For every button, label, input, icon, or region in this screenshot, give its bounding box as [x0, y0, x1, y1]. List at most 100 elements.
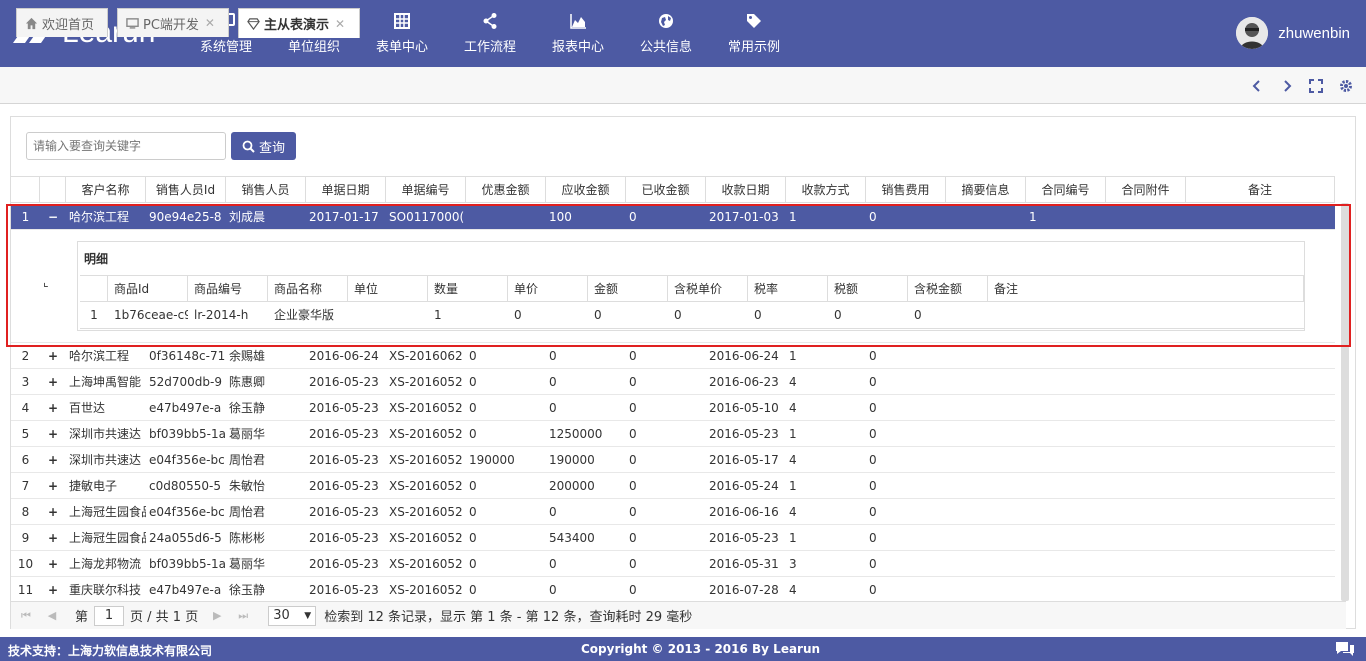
table-cell: bf039bb5-1a	[149, 557, 226, 571]
table-cell	[1106, 473, 1186, 499]
column-header[interactable]: 优惠金额	[466, 177, 546, 203]
search-input[interactable]	[26, 132, 226, 160]
table-cell	[1106, 395, 1186, 421]
table-cell	[1026, 421, 1106, 447]
table-cell	[1106, 577, 1186, 603]
nav-item-public[interactable]: 公共信息	[622, 0, 710, 67]
chevron-left-icon[interactable]	[1250, 79, 1264, 93]
table-cell	[946, 395, 1026, 421]
chevron-right-icon[interactable]	[1280, 79, 1294, 93]
column-header[interactable]: 销售人员	[226, 177, 306, 203]
table-cell: 上海坤禹智能	[69, 375, 142, 389]
nav-item-examples[interactable]: 常用示例	[710, 0, 798, 67]
pager-summary: 检索到 12 条记录，显示 第 1 条 - 第 12 条，查询耗时 29 毫秒	[324, 610, 693, 625]
column-header[interactable]: 单据日期	[306, 177, 386, 203]
nav-item-reports[interactable]: 报表中心	[534, 0, 622, 67]
tab-pc-dev[interactable]: PC端开发 ✕	[117, 8, 229, 37]
table-row[interactable]: 6 + 深圳市共速达 e04f356e-bc 周怡君 2016-05-23 XS-20160…	[11, 447, 1335, 473]
expand-icon[interactable]: +	[40, 473, 66, 499]
expand-icon[interactable]: +	[40, 421, 66, 447]
table-cell: XS-2016052	[389, 557, 463, 571]
column-header[interactable]: 摘要信息	[946, 177, 1026, 203]
table-cell	[1186, 551, 1335, 577]
column-header[interactable]: 销售人员Id	[146, 177, 226, 203]
table-row[interactable]: 7 + 捷敏电子 c0d80550-5 朱敏怡 2016-05-23 XS-2016052 0…	[11, 473, 1335, 499]
page-number-input[interactable]: 1	[94, 605, 125, 626]
table-cell: 2016-05-23	[309, 583, 379, 597]
table-row[interactable]: 9 + 上海冠生园食品 24a055d6-5 陈彬彬 2016-05-23 XS-20160…	[11, 525, 1335, 551]
column-header[interactable]: 备注	[1186, 177, 1335, 203]
username: zhuwenbin	[1278, 24, 1350, 42]
column-header[interactable]: 销售费用	[866, 177, 946, 203]
table-cell	[1186, 421, 1335, 447]
user-menu[interactable]: zhuwenbin	[1236, 17, 1350, 49]
search-icon	[242, 140, 255, 153]
fullscreen-icon[interactable]	[1309, 79, 1323, 93]
nav-item-forms[interactable]: 表单中心	[358, 0, 446, 67]
table-cell: 190000	[549, 453, 595, 467]
share-icon	[483, 13, 497, 29]
prev-page-icon[interactable]: ◀	[41, 606, 63, 626]
close-icon[interactable]: ✕	[205, 16, 215, 30]
tab-master-detail[interactable]: 主从表演示 ✕	[238, 8, 360, 38]
tags-icon	[747, 14, 761, 28]
table-cell	[946, 577, 1026, 603]
tab-label: 主从表演示	[264, 18, 330, 33]
table-cell: 0	[549, 557, 557, 571]
table-cell: 0	[869, 427, 877, 441]
column-header[interactable]: 合同编号	[1026, 177, 1106, 203]
avatar[interactable]	[1236, 17, 1269, 49]
footer: 技术支持：上海力软信息技术有限公司 Copyright © 2013 - 201…	[0, 637, 1366, 661]
expand-icon[interactable]: +	[40, 525, 66, 551]
table-row[interactable]: 3 + 上海坤禹智能 52d700db-9 陈惠卿 2016-05-23 XS-201605…	[11, 369, 1335, 395]
expand-icon[interactable]: +	[40, 447, 66, 473]
table-cell	[1026, 551, 1106, 577]
column-header[interactable]: 收款日期	[706, 177, 786, 203]
table-row[interactable]: 5 + 深圳市共速达 bf039bb5-1a 葛丽华 2016-05-23 XS-20160…	[11, 421, 1335, 447]
tab-home[interactable]: 欢迎首页	[16, 8, 108, 37]
table-cell: 24a055d6-5	[149, 531, 222, 545]
first-page-icon[interactable]: ⏮	[15, 606, 37, 626]
table-cell: bf039bb5-1a	[149, 427, 226, 441]
table-cell: c0d80550-5	[149, 479, 221, 493]
table-cell: 葛丽华	[229, 427, 266, 441]
table-cell: 陈惠卿	[229, 375, 266, 389]
column-header[interactable]: 客户名称	[66, 177, 146, 203]
expand-icon[interactable]: +	[40, 551, 66, 577]
table-cell: XS-2016052	[389, 427, 463, 441]
column-header[interactable]: 已收金额	[626, 177, 706, 203]
column-header[interactable]: 应收金额	[546, 177, 626, 203]
column-header[interactable]: 合同附件	[1106, 177, 1186, 203]
column-header[interactable]: 收款方式	[786, 177, 866, 203]
table-cell: 52d700db-9	[149, 375, 222, 389]
globe-icon	[659, 14, 673, 28]
last-page-icon[interactable]: ⏭	[232, 606, 254, 626]
table-row[interactable]: 10 + 上海龙邦物流 bf039bb5-1a 葛丽华 2016-05-23 XS-2016…	[11, 551, 1335, 577]
table-cell: 0	[869, 401, 877, 415]
expand-icon[interactable]: +	[40, 577, 66, 603]
table-row[interactable]: 11 + 重庆联尔科技 e47b497e-a 徐玉静 2016-05-23 XS-20160…	[11, 577, 1335, 603]
table-cell: 0	[629, 401, 637, 415]
query-button[interactable]: 查询	[231, 132, 296, 160]
table-cell	[1106, 551, 1186, 577]
nav-item-workflow[interactable]: 工作流程	[446, 0, 534, 67]
page-size-select[interactable]: 30 ▼	[268, 605, 317, 626]
close-icon[interactable]: ✕	[335, 17, 345, 31]
table-cell: 0	[469, 557, 477, 571]
table-row[interactable]: 8 + 上海冠生园食品 e04f356e-bc 周怡君 2016-05-23 XS-2016…	[11, 499, 1335, 525]
table-cell: 2016-05-23	[309, 427, 379, 441]
table-cell: XS-2016052	[389, 531, 463, 545]
next-page-icon[interactable]: ▶	[206, 606, 228, 626]
column-header[interactable]: 单据编号	[386, 177, 466, 203]
row-number: 10	[17, 557, 34, 571]
table-cell: 0	[629, 479, 637, 493]
table-row[interactable]: 4 + 百世达 e47b497e-a 徐玉静 2016-05-23 XS-2016052 0 0…	[11, 395, 1335, 421]
chat-icon[interactable]	[1334, 640, 1356, 658]
table-cell: 0	[869, 583, 877, 597]
gear-icon[interactable]	[1339, 79, 1353, 93]
table-cell: 0	[629, 557, 637, 571]
expand-icon[interactable]: +	[40, 499, 66, 525]
expand-icon[interactable]: +	[40, 369, 66, 395]
table-cell: 0	[469, 401, 477, 415]
expand-icon[interactable]: +	[40, 395, 66, 421]
